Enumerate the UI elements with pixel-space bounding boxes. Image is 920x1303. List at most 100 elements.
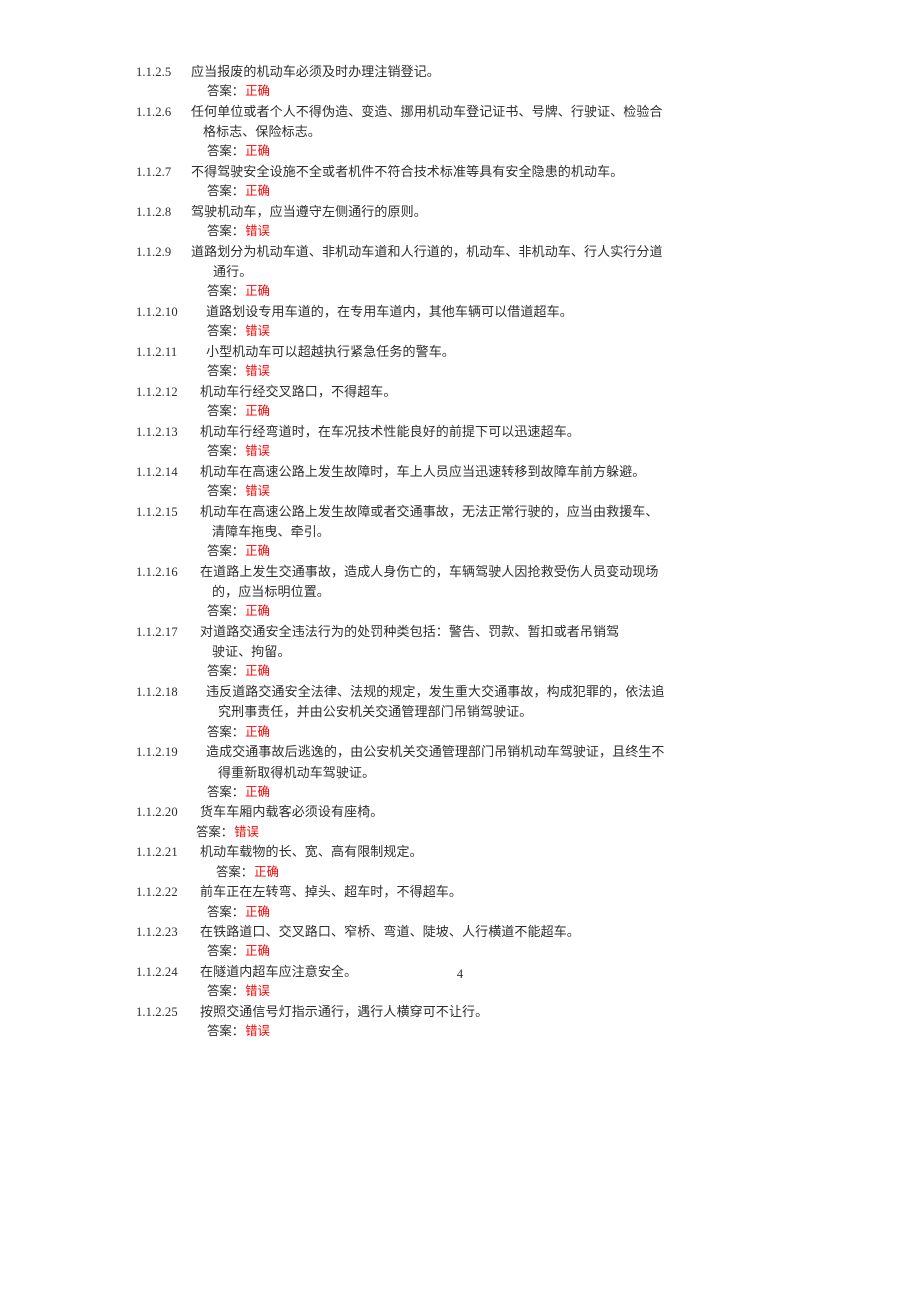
question-number: 1.1.2.10: [136, 305, 178, 320]
answer-value: 错误: [245, 1024, 270, 1039]
question-text-line: 对道路交通安全违法行为的处罚种类包括：警告、罚款、暂扣或者吊销驾: [200, 623, 620, 639]
answer-value: 错误: [245, 984, 270, 999]
answer-value: 正确: [245, 144, 270, 159]
question-text: 违反道路交通安全法律、法规的规定，发生重大交通事故，构成犯罪的，依法追究刑事责任…: [206, 682, 712, 723]
question-text-line: 货车车厢内载客必须设有座椅。: [200, 804, 384, 820]
answer-row: 答案： 错误: [136, 222, 712, 242]
answer-row: 答案： 错误: [136, 362, 712, 382]
question-line: 1.1.2.25 按照交通信号灯指示通行，遇行人横穿可不让行。: [136, 1002, 712, 1022]
answer-label: 答案：: [207, 904, 245, 919]
answer-value: 正确: [245, 544, 270, 559]
answer-label: 答案：: [207, 284, 245, 299]
answer-value: 正确: [245, 404, 270, 419]
question-item: 1.1.2.12 机动车行经交叉路口，不得超车。答案： 正确: [136, 382, 712, 422]
question-line: 1.1.2.9 道路划分为机动车道、非机动车道和人行道的，机动车、非机动车、行人实…: [136, 242, 712, 283]
answer-row: 答案： 正确: [136, 903, 712, 923]
answer-row: 答案： 错误: [136, 322, 712, 342]
question-item: 1.1.2.11 小型机动车可以超越执行紧急任务的警车。 答案： 错误: [136, 342, 712, 382]
question-text: 对道路交通安全违法行为的处罚种类包括：警告、罚款、暂扣或者吊销驾驶证、拘留。: [200, 622, 712, 663]
question-text-line: 道路划设专用车道的，在专用车道内，其他车辆可以借道超车。: [206, 304, 573, 320]
question-item: 1.1.2.13 机动车行经弯道时，在车况技术性能良好的前提下可以迅速超车。 答案：…: [136, 422, 712, 462]
answer-value: 正确: [245, 724, 270, 739]
question-number: 1.1.2.16: [136, 564, 178, 579]
question-list: 1.1.2.5 应当报废的机动车必须及时办理注销登记。 答案： 正确 1.1.2.6 任何…: [136, 62, 712, 1042]
question-text-line: 机动车在高速公路上发生故障或者交通事故，无法正常行驶的，应当由救援车、: [200, 503, 659, 519]
answer-value: 错误: [245, 364, 270, 379]
question-line: 1.1.2.10 道路划设专用车道的，在专用车道内，其他车辆可以借道超车。: [136, 302, 712, 322]
answer-value: 错误: [245, 444, 270, 459]
question-text: 机动车载物的长、宽、高有限制规定。: [200, 842, 712, 862]
answer-value: 错误: [234, 824, 259, 839]
question-line: 1.1.2.22 前车正在左转弯、掉头、超车时，不得超车。: [136, 882, 712, 902]
answer-row: 答案： 正确: [136, 602, 712, 622]
question-number: 1.1.2.5: [136, 65, 172, 79]
answer-label: 答案：: [207, 944, 245, 959]
question-text-continuation: 得重新取得机动车驾驶证。: [218, 764, 376, 780]
answer-row: 答案： 正确: [136, 82, 712, 102]
answer-row: 答案： 正确: [136, 942, 712, 962]
question-line: 1.1.2.18 违反道路交通安全法律、法规的规定，发生重大交通事故，构成犯罪的，…: [136, 682, 712, 723]
answer-label: 答案：: [207, 1024, 245, 1039]
question-line: 1.1.2.11 小型机动车可以超越执行紧急任务的警车。: [136, 342, 712, 362]
answer-label: 答案：: [216, 864, 254, 879]
question-item: 1.1.2.5 应当报废的机动车必须及时办理注销登记。 答案： 正确: [136, 62, 712, 102]
answer-value: 正确: [245, 184, 270, 199]
question-text: 道路划设专用车道的，在专用车道内，其他车辆可以借道超车。: [206, 302, 712, 322]
question-number: 1.1.2.18: [136, 685, 178, 700]
question-item: 1.1.2.19 造成交通事故后逃逸的，由公安机关交通管理部门吊销机动车驾驶证，且…: [136, 742, 712, 802]
question-item: 1.1.2.15 机动车在高速公路上发生故障或者交通事故，无法正常行驶的，应当由救…: [136, 502, 712, 562]
question-text-line: 小型机动车可以超越执行紧急任务的警车。: [206, 343, 455, 359]
question-number: 1.1.2.9: [136, 244, 172, 259]
question-line: 1.1.2.13 机动车行经弯道时，在车况技术性能良好的前提下可以迅速超车。: [136, 422, 712, 442]
answer-value: 正确: [245, 664, 270, 679]
answer-row: 答案： 正确: [136, 142, 712, 162]
question-number: 1.1.2.15: [136, 504, 178, 519]
question-text-line: 机动车行经交叉路口，不得超车。: [200, 383, 397, 399]
question-number: 1.1.2.21: [136, 845, 178, 860]
question-text: 机动车在高速公路上发生故障时，车上人员应当迅速转移到故障车前方躲避。: [200, 462, 712, 482]
question-text: 任何单位或者个人不得伪造、变造、挪用机动车登记证书、号牌、行驶证、检验合 格标志、…: [191, 102, 712, 143]
question-text: 应当报废的机动车必须及时办理注销登记。: [191, 62, 712, 82]
answer-label: 答案：: [207, 184, 245, 199]
question-item: 1.1.2.16 在道路上发生交通事故，造成人身伤亡的，车辆驾驶人因抢救受伤人员变…: [136, 562, 712, 622]
answer-label: 答案：: [207, 364, 245, 379]
answer-row: 答案： 正确: [136, 402, 712, 422]
question-text: 在铁路道口、交叉路口、窄桥、弯道、陡坡、人行横道不能超车。: [200, 922, 712, 942]
question-text: 前车正在左转弯、掉头、超车时，不得超车。: [200, 882, 712, 902]
question-text-continuation: 究刑事责任，并由公安机关交通管理部门吊销驾驶证。: [218, 704, 533, 720]
answer-value: 错误: [245, 224, 270, 239]
question-number: 1.1.2.22: [136, 885, 178, 900]
answer-row: 答案： 正确: [136, 662, 712, 682]
answer-value: 正确: [245, 784, 270, 799]
question-line: 1.1.2.5 应当报废的机动车必须及时办理注销登记。: [136, 62, 712, 82]
question-number: 1.1.2.17: [136, 624, 178, 639]
answer-label: 答案：: [207, 324, 245, 339]
question-text-line: 驾驶机动车，应当遵守左侧通行的原则。: [191, 203, 427, 219]
question-text: 小型机动车可以超越执行紧急任务的警车。: [206, 342, 712, 362]
question-number: 1.1.2.8: [136, 204, 172, 219]
question-line: 1.1.2.19 造成交通事故后逃逸的，由公安机关交通管理部门吊销机动车驾驶证，且…: [136, 742, 712, 783]
question-text-line: 违反道路交通安全法律、法规的规定，发生重大交通事故，构成犯罪的，依法追: [206, 684, 665, 700]
question-text-continuation: 驶证、拘留。: [212, 644, 291, 660]
answer-row: 答案： 正确: [136, 783, 712, 803]
question-item: 1.1.2.22 前车正在左转弯、掉头、超车时，不得超车。 答案： 正确: [136, 882, 712, 922]
question-number: 1.1.2.13: [136, 424, 178, 439]
question-text-continuation: 格标志、保险标志。: [203, 124, 321, 140]
question-text: 道路划分为机动车道、非机动车道和人行道的，机动车、非机动车、行人实行分道 通行。: [191, 242, 712, 283]
question-text-line: 机动车行经弯道时，在车况技术性能良好的前提下可以迅速超车。: [200, 423, 580, 439]
question-number: 1.1.2.12: [136, 384, 178, 399]
question-number: 1.1.2.14: [136, 464, 178, 479]
question-line: 1.1.2.20 货车车厢内载客必须设有座椅。: [136, 802, 712, 822]
question-text-line: 不得驾驶安全设施不全或者机件不符合技术标准等具有安全隐患的机动车。: [191, 164, 624, 180]
question-item: 1.1.2.8 驾驶机动车，应当遵守左侧通行的原则。答案： 错误: [136, 202, 712, 242]
question-text: 货车车厢内载客必须设有座椅。: [200, 802, 712, 822]
answer-label: 答案：: [207, 724, 245, 739]
question-line: 1.1.2.15 机动车在高速公路上发生故障或者交通事故，无法正常行驶的，应当由救…: [136, 502, 712, 543]
question-item: 1.1.2.21 机动车载物的长、宽、高有限制规定。 答案： 正确: [136, 842, 712, 882]
answer-value: 正确: [245, 284, 270, 299]
answer-label: 答案：: [207, 784, 245, 799]
question-text-line: 按照交通信号灯指示通行，遇行人横穿可不让行。: [200, 1003, 489, 1019]
question-line: 1.1.2.17 对道路交通安全违法行为的处罚种类包括：警告、罚款、暂扣或者吊销驾…: [136, 622, 712, 663]
question-text: 按照交通信号灯指示通行，遇行人横穿可不让行。: [200, 1002, 712, 1022]
question-item: 1.1.2.20 货车车厢内载客必须设有座椅。 答案： 错误: [136, 802, 712, 842]
